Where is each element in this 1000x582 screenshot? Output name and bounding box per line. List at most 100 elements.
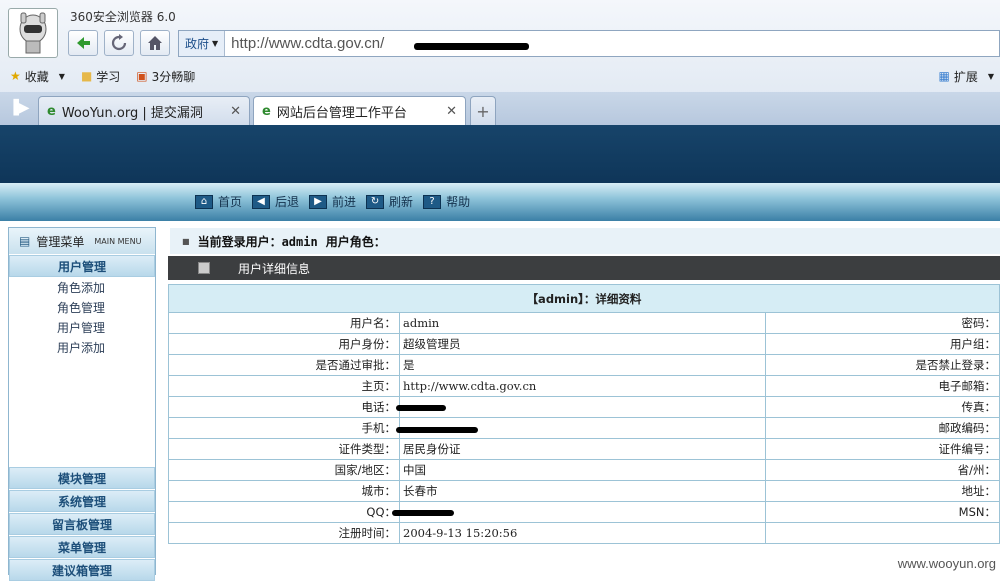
table-row: 手机： 邮政编码： xyxy=(168,417,1000,439)
home-button[interactable] xyxy=(140,30,170,56)
nav-forward[interactable]: ▶ 前进 xyxy=(309,193,356,210)
field-value xyxy=(399,501,766,523)
tab-wooyun[interactable]: e WooYun.org | 提交漏洞 ✕ xyxy=(38,96,250,125)
nav-help[interactable]: ? 帮助 xyxy=(423,193,470,210)
play-icon xyxy=(198,262,210,274)
menu-item-role-manage[interactable]: 角色管理 xyxy=(9,298,155,318)
nav-home[interactable]: ⌂ 首页 xyxy=(195,193,242,210)
menu-item-user-add[interactable]: 用户添加 xyxy=(9,338,155,358)
site-banner xyxy=(0,125,1000,185)
field-label: 电话： xyxy=(168,396,400,418)
detail-caption: 【admin】：详细资料 xyxy=(168,284,1000,313)
redaction-mark xyxy=(392,510,454,516)
table-row: 城市： 长春市 地址： xyxy=(168,480,1000,502)
help-icon: ? xyxy=(423,194,442,209)
menu-header: ▤ 管理菜单 MAIN MENU xyxy=(9,228,155,254)
menu-item-role-add[interactable]: 角色添加 xyxy=(9,278,155,298)
zone-selector[interactable]: 政府 ▼ xyxy=(179,31,226,56)
field-value xyxy=(399,396,766,418)
refresh-button[interactable] xyxy=(104,30,134,56)
menu-item-user-manage[interactable]: 用户管理 xyxy=(9,318,155,338)
menu-group-module[interactable]: 模块管理 xyxy=(9,467,155,489)
field-label-secondary xyxy=(765,522,1000,544)
ie-icon: e xyxy=(262,103,271,119)
favorite-study[interactable]: ■ 学习 xyxy=(81,68,120,85)
home-icon: ⌂ xyxy=(195,194,213,209)
field-label: 手机： xyxy=(168,417,400,439)
sidebar-toggle-icon[interactable]: ▐▶ xyxy=(8,100,30,116)
nav-home-label: 首页 xyxy=(218,195,243,209)
table-row: 证件类型： 居民身份证 证件编号： xyxy=(168,438,1000,460)
field-label-secondary: 证件编号： xyxy=(765,438,1000,460)
favorite-chat-label: 3分畅聊 xyxy=(151,69,196,84)
back-arrow-icon xyxy=(77,37,90,49)
chevron-down-icon: ▼ xyxy=(212,39,219,48)
favorite-study-label: 学习 xyxy=(96,69,121,84)
menu-group-system[interactable]: 系统管理 xyxy=(9,490,155,512)
menu-group-guestbook[interactable]: 留言板管理 xyxy=(9,513,155,535)
table-row: 用户身份： 超级管理员 用户组： xyxy=(168,333,1000,355)
login-label: 当前登录用户： xyxy=(197,234,282,249)
redaction-mark xyxy=(396,427,478,433)
field-label-secondary: 电子邮箱： xyxy=(765,375,1000,397)
field-label-secondary: 密码： xyxy=(765,312,1000,334)
field-label: 用户名： xyxy=(168,312,400,334)
field-label: 主页： xyxy=(168,375,400,397)
table-caption-row: 【admin】：详细资料 xyxy=(168,284,1000,313)
menu-group-user-management[interactable]: 用户管理 xyxy=(9,255,155,277)
tab-admin-platform[interactable]: e 网站后台管理工作平台 ✕ xyxy=(253,96,466,125)
nav-back[interactable]: ◀ 后退 xyxy=(252,193,299,210)
field-label: 注册时间： xyxy=(168,522,400,544)
url-text[interactable]: http://www.cdta.gov.cn/ xyxy=(225,35,384,52)
bullet-icon: ■ xyxy=(182,236,190,246)
redaction-mark xyxy=(414,43,529,50)
login-status-bar: ■ 当前登录用户：admin 用户角色： xyxy=(170,228,1000,254)
table-row: 电话： 传真： xyxy=(168,396,1000,418)
tab-admin-platform-label: 网站后台管理工作平台 xyxy=(276,105,407,121)
site-nav: ⌂ 首页 ◀ 后退 ▶ 前进 ↻ 刷新 ? 帮助 xyxy=(195,193,470,210)
address-bar[interactable]: 政府 ▼ http://www.cdta.gov.cn/ xyxy=(178,30,1000,57)
nav-forward-label: 前进 xyxy=(332,195,357,209)
favorite-chat[interactable]: ▣ 3分畅聊 xyxy=(136,68,195,85)
folder-icon: ■ xyxy=(80,69,93,83)
user-avatar[interactable] xyxy=(8,8,58,58)
home-icon xyxy=(148,36,162,50)
field-value: 中国 xyxy=(399,459,766,481)
left-arrow-icon: ◀ xyxy=(252,194,271,209)
right-arrow-icon: ▶ xyxy=(309,194,328,209)
table-row: 主页： http://www.cdta.gov.cn 电子邮箱： xyxy=(168,375,1000,397)
menu-icon: ▤ xyxy=(19,234,31,248)
extensions-label: 扩展 xyxy=(953,69,978,84)
grid-icon: ▦ xyxy=(938,69,950,83)
menu-group-suggestion[interactable]: 建议箱管理 xyxy=(9,559,155,581)
field-label-secondary: 用户组： xyxy=(765,333,1000,355)
field-label-secondary: 邮政编码： xyxy=(765,417,1000,439)
new-tab-button[interactable]: + xyxy=(470,96,496,125)
field-value: admin xyxy=(399,312,766,334)
favorites-button[interactable]: ★ 收藏 ▼ xyxy=(10,68,65,85)
field-value: http://www.cdta.gov.cn xyxy=(399,375,766,397)
field-label-secondary: 是否禁止登录： xyxy=(765,354,1000,376)
field-value: 超级管理员 xyxy=(399,333,766,355)
nav-refresh[interactable]: ↻ 刷新 xyxy=(366,193,413,210)
favorites-bar: ★ 收藏 ▼ ■ 学习 ▣ 3分畅聊 ▦ 扩展 ▼ xyxy=(0,63,1000,89)
close-icon[interactable]: ✕ xyxy=(230,104,241,119)
nav-help-label: 帮助 xyxy=(446,195,471,209)
refresh-icon xyxy=(111,34,127,51)
management-menu: ▤ 管理菜单 MAIN MENU 用户管理 角色添加 角色管理 用户管理 用户添… xyxy=(8,227,156,581)
star-icon: ★ xyxy=(10,69,21,83)
refresh-icon: ↻ xyxy=(366,194,385,209)
field-value: 长春市 xyxy=(399,480,766,502)
browser-chrome: 360安全浏览器 6.0 政府 ▼ http://www.cdta.gov.cn… xyxy=(0,0,1000,125)
close-icon[interactable]: ✕ xyxy=(446,104,457,119)
menu-group-menu[interactable]: 菜单管理 xyxy=(9,536,155,558)
watermark: www.wooyun.org xyxy=(897,556,996,571)
field-value: 是 xyxy=(399,354,766,376)
zone-label: 政府 xyxy=(185,37,210,51)
field-label-secondary: 传真： xyxy=(765,396,1000,418)
extensions-button[interactable]: ▦ 扩展 ▼ xyxy=(938,68,994,85)
back-button[interactable] xyxy=(68,30,98,56)
user-detail-table: 【admin】：详细资料 用户名： admin 密码： 用户身份： 超级管理员 用户组：是… xyxy=(168,284,1000,544)
nav-back-label: 后退 xyxy=(275,195,300,209)
app-title: 360安全浏览器 6.0 xyxy=(70,10,176,24)
